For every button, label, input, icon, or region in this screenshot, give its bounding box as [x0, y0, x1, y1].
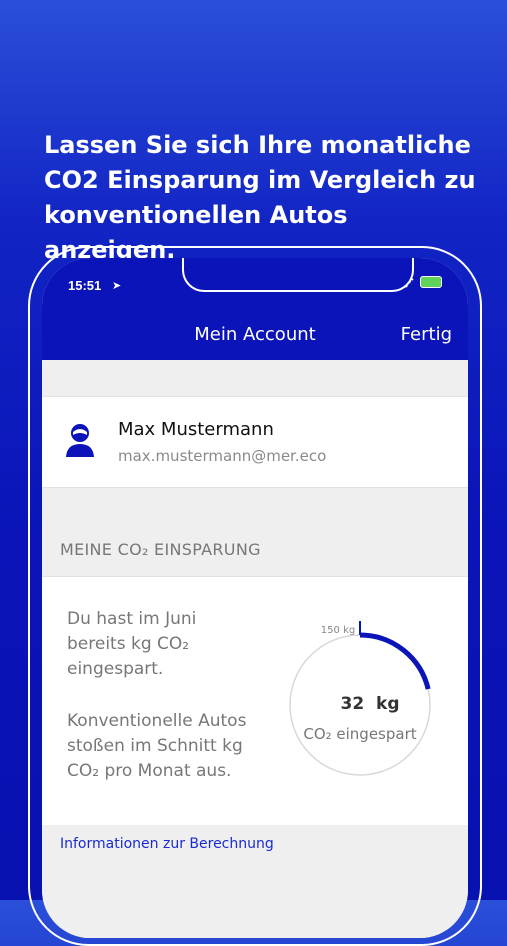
- gauge-progress-arc: [359, 632, 431, 690]
- location-arrow-icon: ➤: [112, 279, 122, 292]
- battery-icon: [420, 276, 442, 288]
- notch: [182, 258, 414, 292]
- phone-screen: 15:51 ➤ ..... Mein Account Fertig Max Mu…: [42, 258, 468, 938]
- account-content: Max Mustermann max.mustermann@mer.eco ME…: [42, 360, 468, 938]
- profile-email: max.mustermann@mer.eco: [118, 447, 327, 465]
- co2-gauge: 150 kg 32 kg CO₂ eingespart: [289, 621, 431, 776]
- conventional-emission-text: Konventionelle Autos stoßen im Schnitt k…: [67, 711, 247, 781]
- profile-name: Max Mustermann: [118, 419, 274, 440]
- gauge-value: 32 kg: [341, 694, 400, 714]
- nav-bar: Mein Account Fertig: [42, 302, 468, 360]
- user-avatar-icon: [66, 424, 94, 457]
- done-button[interactable]: Fertig: [401, 324, 452, 345]
- co2-savings-card: Du hast im Juni bereits kg CO₂ eingespar…: [42, 576, 468, 825]
- gauge-caption: CO₂ eingespart: [303, 725, 416, 743]
- gauge-max-label: 150 kg: [321, 625, 355, 636]
- calculation-info-link[interactable]: Informationen zur Berechnung: [60, 836, 274, 852]
- monthly-savings-text: Du hast im Juni bereits kg CO₂ eingespar…: [67, 609, 197, 679]
- section-co2-savings: MEINE CO₂ EINSPARUNG: [60, 540, 261, 559]
- status-time: 15:51: [68, 278, 102, 293]
- profile-card[interactable]: Max Mustermann max.mustermann@mer.eco: [42, 396, 468, 488]
